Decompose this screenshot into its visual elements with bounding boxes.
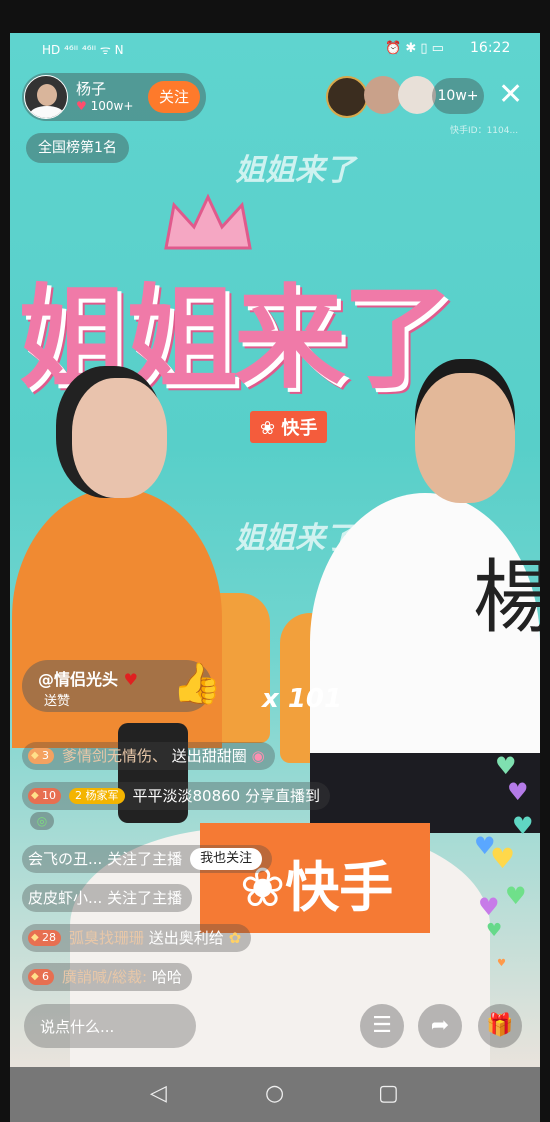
woman-head: [72, 378, 167, 498]
wechat-icon: ◎: [30, 812, 54, 830]
share-icon[interactable]: ➦: [418, 1004, 462, 1048]
heart-icon: ♥: [486, 920, 503, 941]
follow-button[interactable]: 关注: [148, 81, 200, 113]
host-name: 杨子: [76, 80, 107, 98]
comment-item[interactable]: 28 弧臭找珊珊 送出奥利给 ✿: [22, 924, 252, 952]
heart-icon: ♥: [507, 778, 529, 806]
also-follow-button[interactable]: 我也关注: [190, 848, 263, 870]
comment-user[interactable]: 会飞の丑...: [28, 845, 102, 873]
comment-text: 关注了主播: [107, 850, 183, 868]
heart-icon: ♥: [497, 958, 506, 969]
comment-item[interactable]: 6 廣誚喊/総裁: 哈哈: [22, 963, 192, 991]
system-nav-bar: ◁ ○ ▢: [10, 1067, 540, 1122]
comment-item[interactable]: 10 2 杨家军 平平淡淡80860 分享直播到: [22, 782, 331, 810]
comment-user[interactable]: 爹情剑无情伤、: [62, 742, 167, 770]
home-icon[interactable]: ○: [265, 1081, 284, 1106]
viewer-avatar-1[interactable]: [326, 76, 368, 118]
stream-id: 快手ID：1104...: [450, 126, 519, 136]
host-card[interactable]: 杨子 ♥ 100w+ 关注: [22, 73, 206, 121]
gift-combo: x 101: [262, 684, 343, 714]
man-head: [415, 373, 515, 503]
heart-icon: ♥: [505, 882, 527, 910]
donut-icon: ◉: [251, 747, 265, 765]
gift-icon: ✿: [228, 929, 242, 947]
comment-text: 关注了主播: [107, 889, 183, 907]
comment-text: 分享直播到: [245, 787, 321, 805]
backdrop-watermark: 姐姐来了: [235, 153, 355, 188]
back-icon[interactable]: ◁: [150, 1081, 167, 1106]
host-likes: ♥ 100w+: [76, 99, 134, 113]
comment-input-placeholder: 说点什么...: [40, 1018, 115, 1036]
comment-text: 送出奥利给: [148, 929, 224, 947]
comment-text: 哈哈: [151, 968, 182, 986]
viewer-count[interactable]: 10w+: [432, 78, 484, 114]
recents-icon[interactable]: ▢: [378, 1081, 399, 1106]
viewer-avatar-3[interactable]: [398, 76, 436, 114]
gift-action: 送赞: [44, 694, 71, 709]
level-badge: 3: [28, 748, 54, 764]
heart-icon: ♥: [490, 842, 516, 875]
thumbs-up-icon: 👍: [172, 661, 222, 707]
host-avatar[interactable]: [24, 75, 68, 119]
level-badge: 6: [28, 969, 54, 985]
comment-item[interactable]: 3 爹情剑无情伤、 送出甜甜圈 ◉: [22, 742, 275, 770]
status-icons-left: HD ⁴⁶ᴵᴵ ⁴⁶ᴵᴵ ᯤ N: [42, 43, 124, 57]
comment-user[interactable]: 弧臭找珊珊: [69, 924, 144, 952]
rank-badge[interactable]: 全国榜第1名: [26, 133, 129, 163]
level-badge: 28: [28, 930, 61, 946]
heart-icon: ♥: [76, 99, 87, 113]
menu-icon[interactable]: ☰: [360, 1004, 404, 1048]
level-badge: 10: [28, 788, 61, 804]
comment-item[interactable]: 皮皮虾小... 关注了主播: [22, 884, 193, 912]
comment-text: 送出甜甜圈: [171, 747, 247, 765]
viewer-avatar-2[interactable]: [364, 76, 402, 114]
backdrop-brand-tag: ❀ 快手: [250, 411, 328, 443]
comment-user[interactable]: 皮皮虾小...: [28, 884, 102, 912]
gift-user: @情侣光头 ♥: [38, 670, 138, 689]
comment-user[interactable]: 廣誚喊/総裁:: [62, 963, 147, 991]
status-icons-right: ⏰ ✱ ▯ ▭: [385, 41, 444, 56]
heart-icon: ♥: [495, 752, 517, 780]
crown-decoration: [164, 193, 252, 250]
heart-icon: ♥: [512, 812, 534, 840]
close-icon[interactable]: ✕: [498, 80, 523, 110]
comment-user[interactable]: 平平淡淡80860: [133, 782, 241, 810]
gift-box-icon[interactable]: 🎁: [478, 1004, 522, 1048]
comment-input[interactable]: 说点什么...: [24, 1004, 196, 1048]
fan-badge: 2 杨家军: [69, 788, 125, 804]
heart-icon: ♥: [478, 893, 500, 921]
shirt-print: 楊: [473, 551, 540, 644]
status-time: 16:22: [470, 40, 511, 56]
comment-item[interactable]: 会飞の丑... 关注了主播 我也关注: [22, 845, 273, 873]
